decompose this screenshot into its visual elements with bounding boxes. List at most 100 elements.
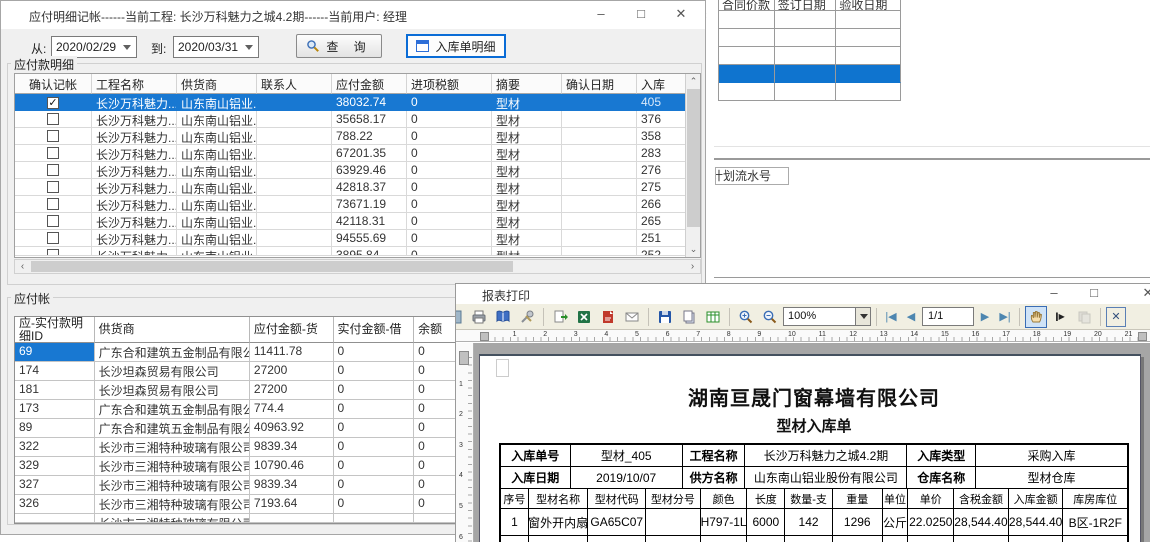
table-row[interactable]: 长沙万科魅力... 山东南山铝业... 94555.69 0 型材 251	[15, 230, 700, 247]
print-icon[interactable]	[468, 306, 490, 328]
scrollbar-thumb[interactable]	[31, 261, 513, 272]
confirm-checkbox[interactable]	[47, 181, 59, 193]
minimize-button[interactable]: –	[1034, 284, 1074, 302]
chevron-down-icon[interactable]	[241, 38, 257, 56]
preview-icon[interactable]	[455, 306, 466, 328]
table-row[interactable]: 长沙万科魅力... 山东南山铝业... 788.22 0 型材 358	[15, 128, 700, 145]
chevron-down-icon[interactable]	[855, 308, 870, 325]
confirm-checkbox[interactable]	[47, 113, 59, 125]
table-row[interactable]: 长沙万科魅力... 山东南山铝业... 42118.31 0 型材 265	[15, 213, 700, 230]
column-header[interactable]: 确认记帐	[15, 74, 92, 94]
page-indicator-field[interactable]: 1/1	[922, 307, 974, 326]
maximize-button[interactable]: □	[1074, 284, 1114, 302]
minimize-button[interactable]: –	[581, 1, 621, 27]
column-header[interactable]: 余额	[414, 317, 457, 343]
table-row[interactable]: 长沙万科魅力... 山东南山铝业... 42818.37 0 型材 275	[15, 179, 700, 196]
close-button[interactable]: ✕	[1128, 284, 1150, 302]
mail-export-icon[interactable]	[621, 306, 643, 328]
confirm-checkbox[interactable]	[47, 232, 59, 244]
table-row-selected[interactable]	[719, 65, 901, 83]
from-date-combo[interactable]: 2020/02/29	[51, 36, 137, 58]
confirm-checkbox[interactable]	[47, 215, 59, 227]
table-row[interactable]: 长沙万科魅力... 山东南山铝业... 63929.46 0 型材 276	[15, 162, 700, 179]
horizontal-scrollbar[interactable]: ‹ ›	[14, 259, 701, 274]
column-header[interactable]: 合同价款	[719, 0, 775, 11]
copy-icon[interactable]	[1073, 306, 1095, 328]
report-preview-area[interactable]: 湖南亘晟门窗幕墙有限公司 型材入库单 入库单号 型材_405 工程名称 长沙万科…	[456, 343, 1150, 542]
close-button[interactable]: ✕	[661, 1, 701, 27]
confirm-checkbox[interactable]	[47, 249, 59, 256]
table-row[interactable]: 长沙市三湘特种玻璃有限公司	[15, 514, 457, 523]
column-header[interactable]: 验收日期	[836, 0, 901, 11]
text-select-tool-icon[interactable]: I▶	[1049, 306, 1071, 328]
hand-pan-tool-icon[interactable]	[1025, 306, 1047, 328]
scrollbar-thumb[interactable]	[687, 89, 700, 227]
query-button[interactable]: 查 询	[296, 34, 382, 58]
save-icon[interactable]	[654, 306, 676, 328]
table-row[interactable]: 326 长沙市三湘特种玻璃有限公司 7193.64 0 0	[15, 495, 457, 514]
table-row[interactable]: 长沙万科魅力... 山东南山铝业... 67201.35 0 型材 283	[15, 145, 700, 162]
page-setup-icon[interactable]	[678, 306, 700, 328]
settings-tools-icon[interactable]	[516, 306, 538, 328]
title-bar[interactable]: 应付明细记帐------当前工程: 长沙万科魅力之城4.2期------当前用户…	[1, 1, 705, 29]
column-header[interactable]: 供货商	[95, 317, 250, 343]
zoom-select[interactable]: 100%	[783, 307, 871, 326]
table-row[interactable]: 327 长沙市三湘特种玻璃有限公司 9839.34 0 0	[15, 476, 457, 495]
ruler-margin-marker[interactable]	[1138, 332, 1147, 341]
zoom-out-icon[interactable]	[759, 306, 781, 328]
table-row[interactable]	[719, 47, 901, 65]
column-header[interactable]: 签订日期	[775, 0, 837, 11]
table-row[interactable]: 181 长沙坦森贸易有限公司 27200 0 0	[15, 381, 457, 400]
table-row[interactable]: 长沙万科魅力... 山东南山铝业... 73671.19 0 型材 266	[15, 196, 700, 213]
confirm-checkbox[interactable]	[47, 147, 59, 159]
column-header[interactable]: 工程名称	[92, 74, 177, 94]
last-page-icon[interactable]: ▶|	[996, 310, 1014, 323]
column-header[interactable]: 供货商	[177, 74, 257, 94]
maximize-button[interactable]: □	[621, 1, 661, 27]
column-header[interactable]: 实付金额-借	[334, 317, 415, 343]
confirm-checkbox[interactable]	[47, 198, 59, 210]
pdf-export-icon[interactable]	[597, 306, 619, 328]
plan-serial-field[interactable]: 计划流水号	[715, 167, 789, 185]
table-row[interactable]: 174 长沙坦森贸易有限公司 27200 0 0	[15, 362, 457, 381]
table-row[interactable]: 长沙万科魅力... 山东南山铝业... 35658.17 0 型材 376	[15, 111, 700, 128]
table-row[interactable]: 69 广东合和建筑五金制品有限公司 11411.78 0 0	[15, 343, 457, 362]
column-header[interactable]: 联系人	[257, 74, 332, 94]
confirm-checkbox[interactable]	[47, 164, 59, 176]
scroll-down-arrow-icon[interactable]: ⌄	[686, 242, 701, 257]
ruler-margin-marker[interactable]	[459, 351, 469, 365]
data-grid-icon[interactable]	[702, 306, 724, 328]
export-icon[interactable]	[549, 306, 571, 328]
title-bar[interactable]: 报表打印 – □ ✕	[456, 284, 1150, 304]
book-icon[interactable]	[492, 306, 514, 328]
table-row[interactable]: 长沙万科魅力... 山东南山铝业... 38032.74 0 型材 405	[15, 94, 700, 111]
first-page-icon[interactable]: |◀	[882, 310, 900, 323]
zoom-in-icon[interactable]	[735, 306, 757, 328]
inbound-detail-button[interactable]: 入库单明细	[406, 34, 506, 58]
confirm-checkbox[interactable]	[47, 97, 59, 109]
to-date-combo[interactable]: 2020/03/31	[173, 36, 259, 58]
excel-export-icon[interactable]	[573, 306, 595, 328]
ruler-margin-marker[interactable]	[480, 332, 489, 341]
scroll-right-arrow-icon[interactable]: ›	[685, 260, 700, 273]
table-row[interactable]: 322 长沙市三湘特种玻璃有限公司 9839.34 0 0	[15, 438, 457, 457]
vertical-scrollbar[interactable]: ⌃ ⌄	[685, 74, 700, 257]
column-header[interactable]: 入库	[637, 74, 687, 94]
table-row[interactable]: 173 广东合和建筑五金制品有限公司 774.4 0 0	[15, 400, 457, 419]
scroll-left-arrow-icon[interactable]: ‹	[15, 260, 30, 273]
confirm-checkbox[interactable]	[47, 130, 59, 142]
prev-page-icon[interactable]: ◀	[902, 310, 920, 323]
table-row[interactable]	[719, 83, 901, 101]
next-page-icon[interactable]: ▶	[976, 310, 994, 323]
column-header[interactable]: 应付金额-货	[250, 317, 334, 343]
table-row[interactable]: 长沙万科魅力... 山东南山铝业... 3895.84 0 型材 252	[15, 247, 700, 256]
close-preview-icon[interactable]: ✕	[1106, 307, 1126, 327]
table-row[interactable]: 89 广东合和建筑五金制品有限公司 40963.92 0 0	[15, 419, 457, 438]
scroll-up-arrow-icon[interactable]: ⌃	[686, 74, 701, 89]
table-row[interactable]: 329 长沙市三湘特种玻璃有限公司 10790.46 0 0	[15, 457, 457, 476]
table-row[interactable]	[719, 29, 901, 47]
chevron-down-icon[interactable]	[119, 38, 135, 56]
column-header[interactable]: 进项税额	[407, 74, 492, 94]
table-row[interactable]	[719, 11, 901, 29]
column-header[interactable]: 应-实付款明细ID	[15, 317, 95, 343]
